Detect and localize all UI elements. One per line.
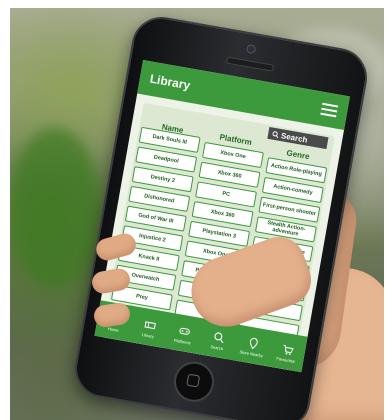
location-pin-icon — [249, 337, 258, 349]
cart-icon — [283, 344, 294, 355]
nav-item-library[interactable]: Library — [135, 317, 164, 340]
nav-label: Home — [107, 325, 120, 333]
controller-icon — [179, 327, 190, 335]
nav-label: Platforms — [173, 337, 192, 346]
nav-label: Favourites — [276, 355, 296, 364]
nav-label: Library — [141, 331, 155, 339]
app-title: Library — [148, 71, 192, 93]
nav-label: Search — [210, 343, 224, 351]
background-photo: Library Search Name Platform Genre Dark … — [10, 8, 384, 420]
nav-item-store-nearby[interactable]: Store Nearby — [238, 335, 267, 358]
nav-item-platforms[interactable]: Platforms — [169, 323, 198, 346]
nav-item-favourites[interactable]: Favourites — [273, 341, 302, 364]
hamburger-menu-icon[interactable] — [320, 102, 339, 118]
foliage — [10, 128, 100, 288]
nav-item-search[interactable]: Search — [204, 329, 233, 352]
nav-label: Store Nearby — [239, 348, 264, 358]
books-icon — [144, 320, 156, 329]
search-icon — [214, 331, 223, 343]
